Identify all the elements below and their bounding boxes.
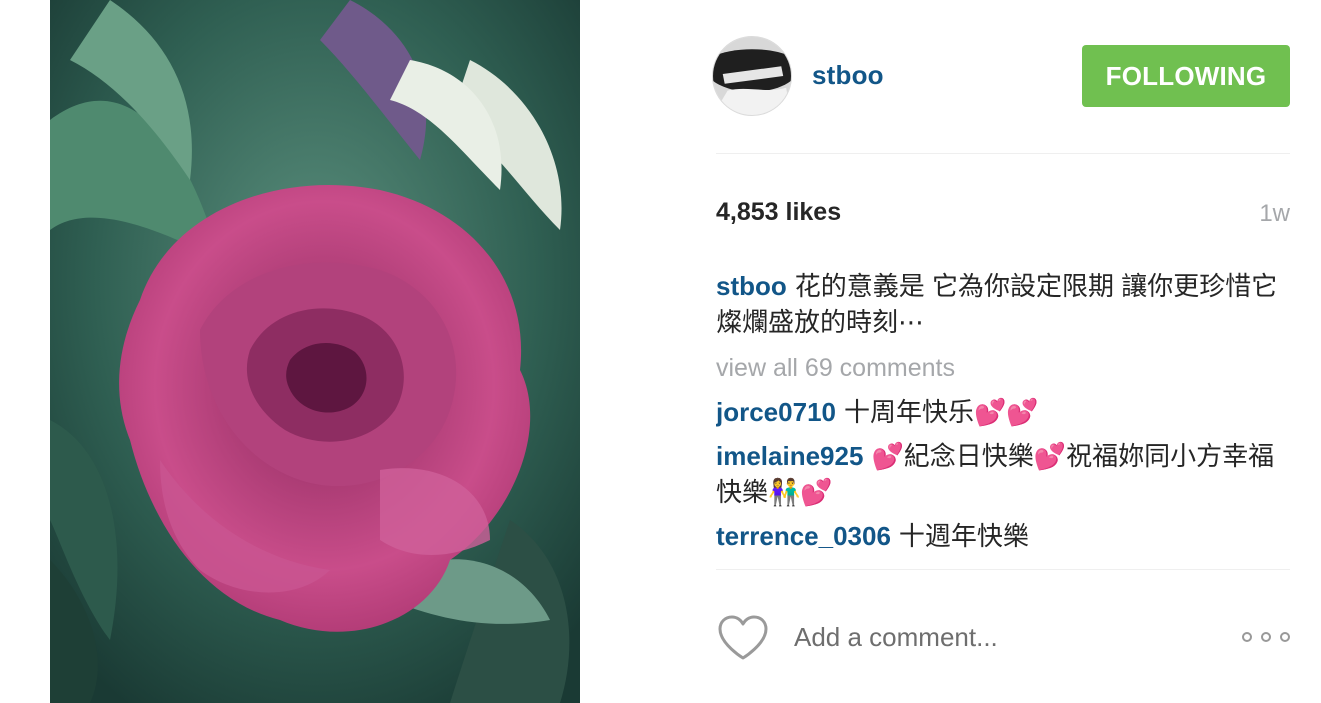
post-details-panel: stboo FOLLOWING 4,853 likes 1w stboo 花的意義…	[712, 0, 1290, 703]
username-link[interactable]: stboo	[812, 60, 884, 91]
likes-count[interactable]: 4,853 likes	[716, 198, 841, 227]
comment-author-link[interactable]: jorce0710	[716, 397, 836, 427]
avatar-image	[713, 37, 791, 115]
caption-text: 花的意義是 它為你設定限期 讓你更珍惜它燦爛盛放的時刻⋯	[716, 271, 1278, 337]
post-photo[interactable]	[50, 0, 580, 703]
comment-author-link[interactable]: terrence_0306	[716, 521, 891, 551]
comments-list: stboo 花的意義是 它為你設定限期 讓你更珍惜它燦爛盛放的時刻⋯ view a…	[716, 268, 1290, 568]
header-divider	[716, 153, 1290, 154]
view-all-comments-link[interactable]: view all 69 comments	[716, 350, 1290, 386]
more-options-icon	[1242, 632, 1252, 642]
more-options-icon	[1261, 632, 1271, 642]
list-item: jorce0710 十周年快乐💕💕	[716, 394, 1290, 430]
more-options-icon	[1280, 632, 1290, 642]
comment-author-link[interactable]: imelaine925	[716, 441, 863, 471]
following-button[interactable]: FOLLOWING	[1082, 45, 1290, 107]
more-options-button[interactable]	[1242, 625, 1290, 649]
caption-author-link[interactable]: stboo	[716, 271, 787, 301]
list-item: imelaine925 💕紀念日快樂💕祝福妳同小方幸福快樂👫💕	[716, 438, 1290, 510]
caption: stboo 花的意義是 它為你設定限期 讓你更珍惜它燦爛盛放的時刻⋯	[716, 268, 1290, 340]
avatar[interactable]	[712, 36, 792, 116]
add-comment-input[interactable]	[794, 614, 1214, 660]
post-header: stboo FOLLOWING	[712, 36, 1290, 116]
list-item: terrence_0306 十週年快樂	[716, 518, 1290, 554]
post-timestamp[interactable]: 1w	[1259, 200, 1290, 228]
like-button[interactable]	[716, 614, 770, 662]
rose-image	[50, 0, 580, 703]
actions-divider	[716, 569, 1290, 570]
comment-text: 十周年快乐💕💕	[843, 397, 1039, 427]
heart-outline-icon	[718, 615, 768, 660]
comment-text: 十週年快樂	[898, 521, 1029, 551]
